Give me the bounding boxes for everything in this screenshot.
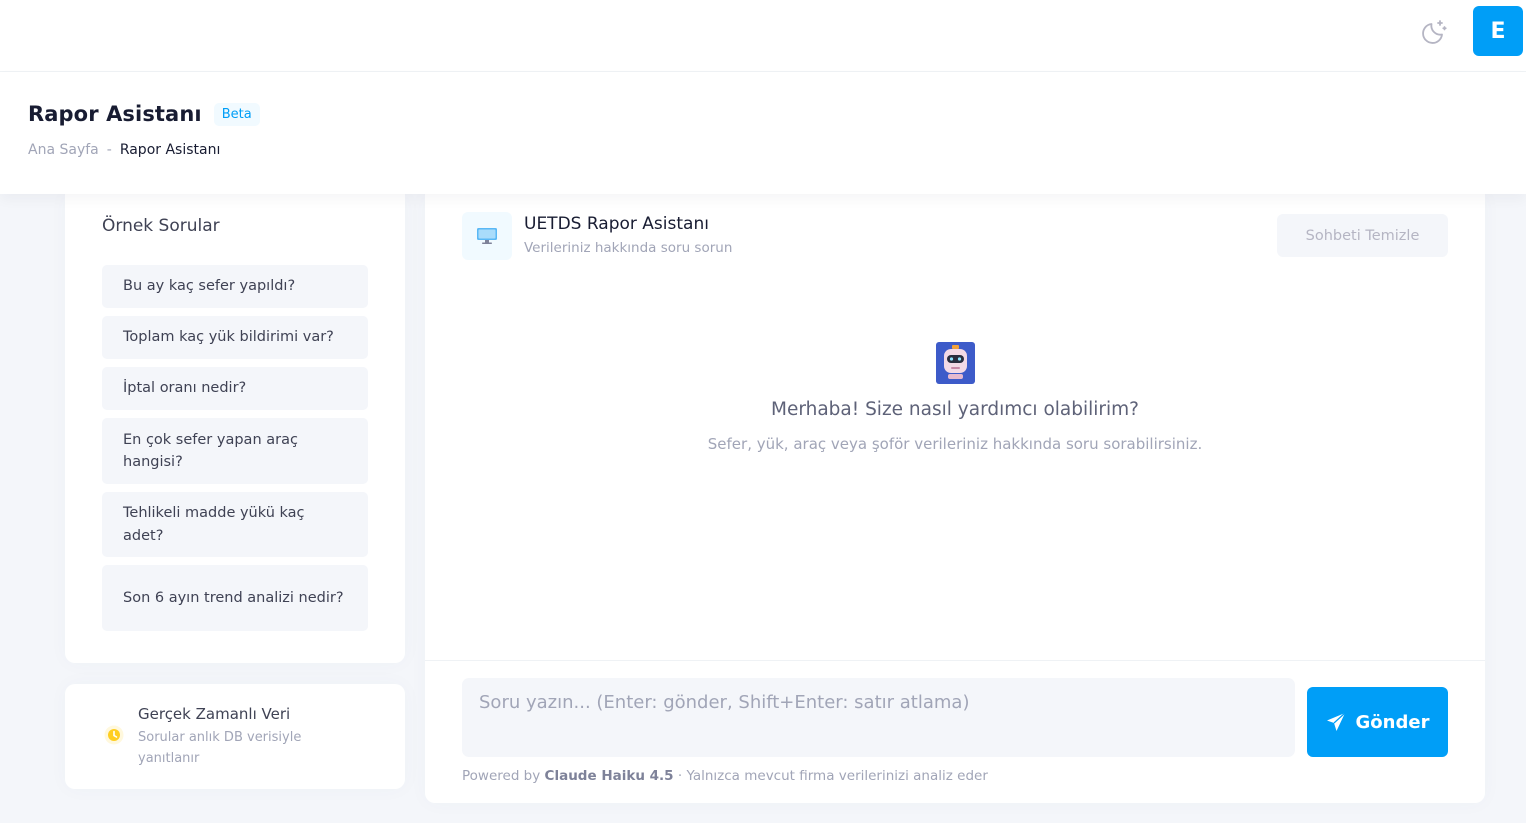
page-toolbar: Rapor Asistanı Beta Ana Sayfa - Rapor As… — [0, 72, 1526, 194]
sample-question-item[interactable]: İptal oranı nedir? — [102, 367, 368, 410]
breadcrumb-home-link[interactable]: Ana Sayfa — [28, 142, 99, 158]
powered-prefix: Powered by — [462, 768, 541, 784]
realtime-description: Sorular anlık DB verisiyle yanıtlanır — [138, 730, 302, 766]
send-button-label: Gönder — [1355, 711, 1430, 733]
sample-questions-card: Örnek Sorular Bu ay kaç sefer yapıldı? T… — [65, 194, 405, 663]
sample-questions-title: Örnek Sorular — [102, 216, 220, 236]
theme-toggle-button[interactable] — [1418, 14, 1452, 48]
sample-question-item[interactable]: Bu ay kaç sefer yapıldı? — [102, 265, 368, 308]
powered-model: Claude Haiku 4.5 — [544, 768, 674, 784]
sample-question-item[interactable]: Son 6 ayın trend analizi nedir? — [102, 565, 368, 631]
breadcrumb-current: Rapor Asistanı — [119, 142, 221, 158]
input-divider — [425, 660, 1485, 661]
powered-suffix: · Yalnızca mevcut firma verilerinizi ana… — [677, 768, 988, 784]
clock-icon — [104, 725, 124, 745]
moon-stars-icon — [1422, 20, 1447, 44]
chat-subtitle: Verileriniz hakkında soru sorun — [524, 240, 733, 256]
chat-header-icon-box — [462, 212, 512, 260]
realtime-info-card: Gerçek Zamanlı Veri Sorular anlık DB ver… — [65, 684, 405, 789]
breadcrumb: Ana Sayfa - Rapor Asistanı — [28, 142, 220, 158]
page-title-row: Rapor Asistanı Beta — [28, 102, 260, 126]
sample-question-item[interactable]: En çok sefer yapan araç hangisi? — [102, 418, 368, 484]
send-icon — [1326, 712, 1345, 731]
top-header: E — [0, 0, 1526, 72]
user-avatar-button[interactable]: E — [1473, 6, 1523, 56]
send-button[interactable]: Gönder — [1307, 687, 1448, 757]
welcome-title: Merhaba! Size nasıl yardımcı olabilirim? — [771, 399, 1139, 420]
sample-question-item[interactable]: Toplam kaç yük bildirimi var? — [102, 316, 368, 359]
beta-badge: Beta — [213, 102, 260, 126]
robot-icon — [936, 342, 975, 384]
question-input[interactable] — [462, 678, 1295, 757]
welcome-subtitle: Sefer, yük, araç veya şoför verileriniz … — [707, 435, 1203, 453]
breadcrumb-separator: - — [106, 142, 112, 158]
page-title: Rapor Asistanı — [28, 102, 202, 126]
chat-title: UETDS Rapor Asistanı — [524, 214, 709, 234]
monitor-icon — [477, 228, 497, 244]
chat-card: UETDS Rapor Asistanı Verileriniz hakkınd… — [425, 194, 1485, 803]
sample-question-item[interactable]: Tehlikeli madde yükü kaç adet? — [102, 492, 368, 557]
powered-by-note: Powered by Claude Haiku 4.5 · Yalnızca m… — [462, 768, 988, 784]
clear-chat-button[interactable]: Sohbeti Temizle — [1277, 214, 1448, 257]
realtime-title: Gerçek Zamanlı Veri — [138, 705, 291, 723]
